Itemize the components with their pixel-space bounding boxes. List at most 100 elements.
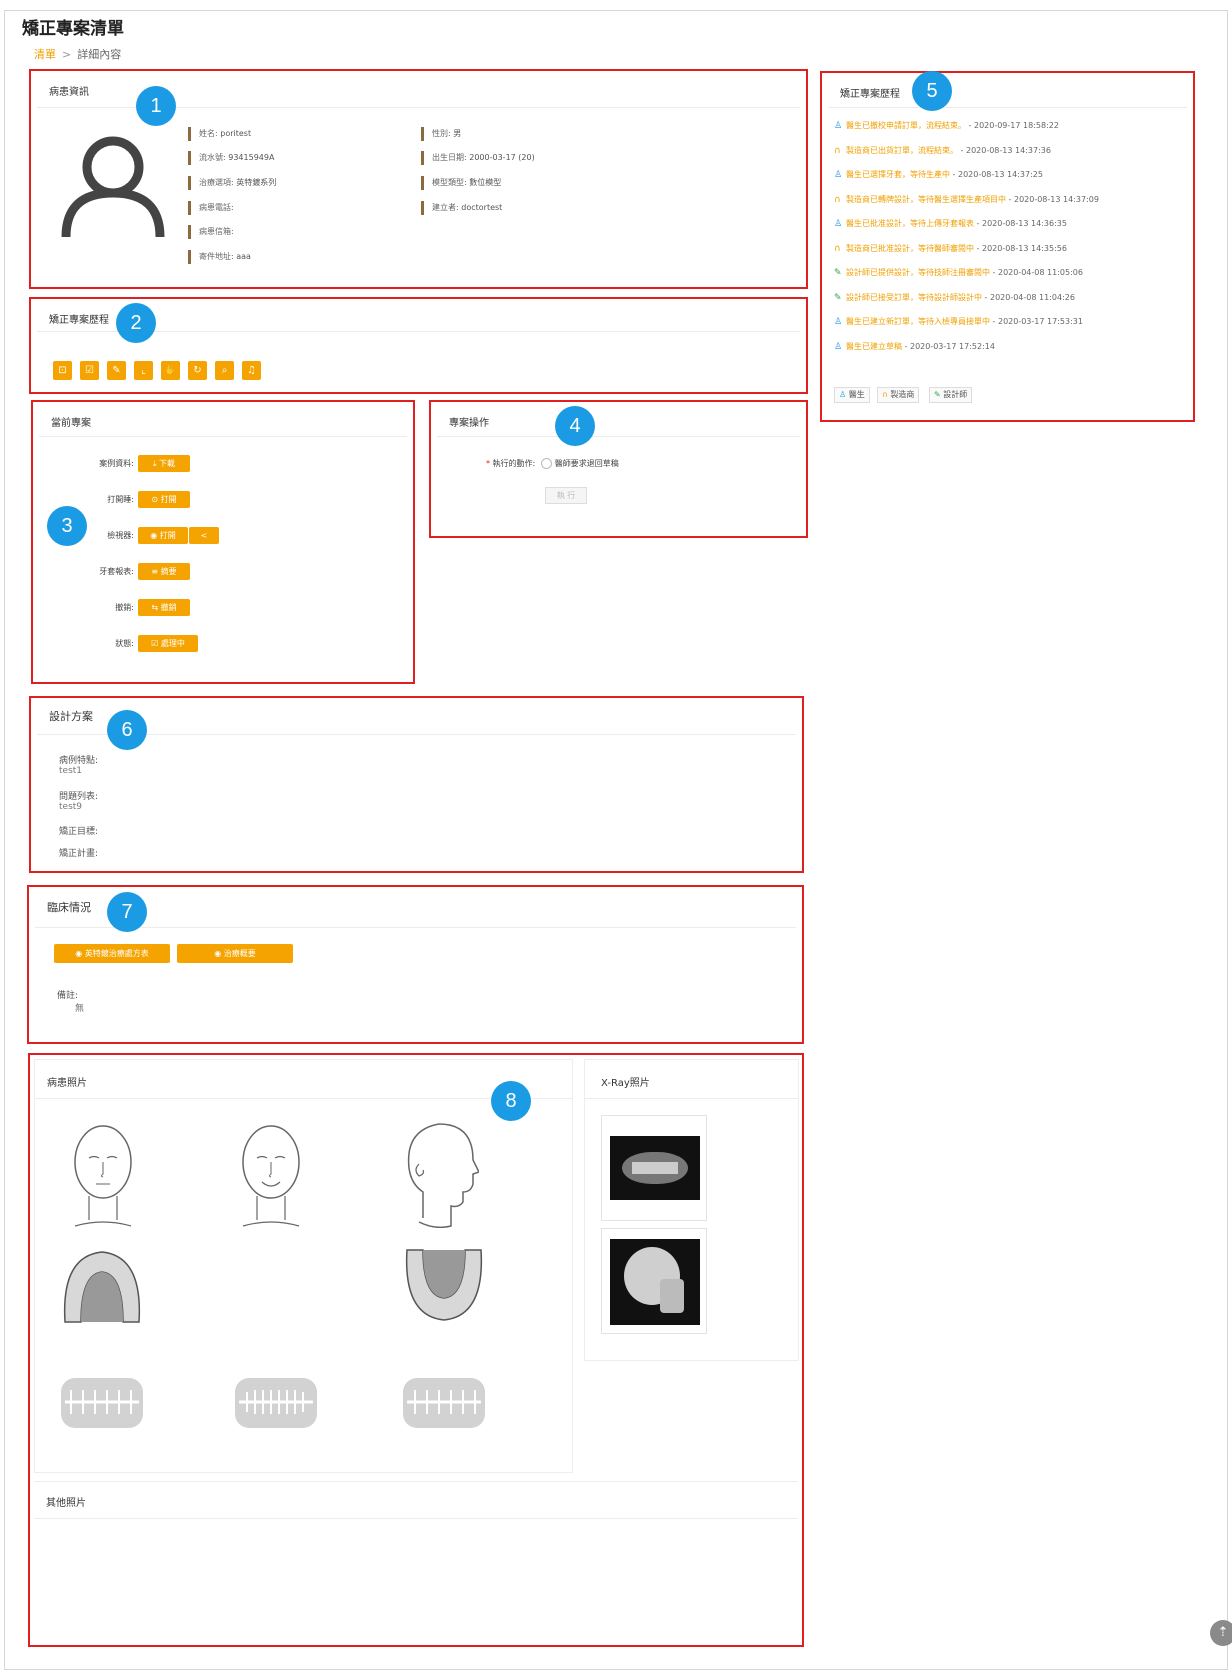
panoramic-xray-image: [610, 1136, 700, 1200]
step-check-square-icon[interactable]: ☑: [80, 361, 99, 380]
problem-list-value: test9: [59, 802, 83, 812]
panoramic-xray[interactable]: [601, 1115, 707, 1221]
page-title: 矯正專案清單: [22, 19, 124, 39]
ceph-xray-image: [610, 1239, 700, 1325]
viewer-open-button[interactable]: ◉ 打開: [138, 527, 188, 544]
legend-manufacturer: ∩ 製造商: [877, 387, 920, 403]
radio-button[interactable]: [540, 458, 552, 469]
step-search-icon[interactable]: ⌕: [215, 361, 234, 380]
open-button[interactable]: ⊙ 打開: [138, 491, 190, 508]
case-features-label: 病例特點:: [59, 756, 99, 766]
history-title: 矯正專案歷程: [840, 89, 900, 100]
annotation-badge-4: 4: [555, 406, 595, 446]
breadcrumb-separator: >: [62, 48, 72, 61]
history-item: ∩ 製造商已轉牌設計，等待醫生選擇生產項目中 - 2020-08-13 14:37…: [834, 195, 1099, 205]
project-ops-title: 專案操作: [449, 418, 489, 429]
current-project-panel: 當前專案 案例資料: ⤓ 下載 打開睡: ⊙ 打開 檢視器: ◉ 打開 < 牙套…: [33, 402, 413, 682]
radio-option-label[interactable]: 醫師要求退回草稿: [555, 459, 619, 468]
occlusion-front-icon[interactable]: [231, 1368, 321, 1438]
breadcrumb: 清單 > 詳細內容: [34, 46, 121, 62]
treatment-summary-button[interactable]: ◉ 治療概要: [177, 944, 293, 963]
occlusion-left-icon[interactable]: [399, 1368, 489, 1438]
step-sync-icon[interactable]: ↻: [188, 361, 207, 380]
history-item: ∩ 製造商已批准設計，等待醫師審閱中 - 2020-08-13 14:35:56: [834, 244, 1067, 254]
headset-icon: ∩: [882, 390, 888, 399]
headset-icon: ∩: [834, 146, 841, 156]
pen-icon: ✎: [934, 390, 941, 399]
face-smile-icon[interactable]: [231, 1118, 311, 1228]
revoke-button[interactable]: ⇆ 撤銷: [138, 599, 190, 616]
annotation-badge-3: 3: [47, 506, 87, 546]
patient-serial-row: 流水號: 93415949A: [188, 151, 274, 165]
history-item: ♙ 醫生已選擇牙套，等待生產中 - 2020-08-13 14:37:25: [834, 170, 1043, 180]
annotation-badge-7: 7: [107, 892, 147, 932]
history-panel: 矯正專案歷程 ♙ 醫生已撤校申請訂單，流程結束。 - 2020-09-17 18:…: [822, 73, 1193, 420]
face-front-icon[interactable]: [63, 1118, 143, 1228]
other-photos-section: 其他照片: [34, 1481, 798, 1638]
ceph-xray[interactable]: [601, 1228, 707, 1334]
headset-icon: ∩: [834, 195, 841, 205]
upper-arch-icon[interactable]: [57, 1246, 147, 1326]
occlusion-right-icon[interactable]: [57, 1368, 147, 1438]
aligner-report-label: 牙套報表:: [99, 567, 134, 576]
status-processing-button[interactable]: ☑ 處理中: [138, 635, 198, 652]
creator-row: 建立者: doctortest: [421, 201, 502, 215]
annotation-badge-1: 1: [136, 86, 176, 126]
note-label: 備註:: [57, 991, 79, 1001]
step-bell-icon[interactable]: ♫: [242, 361, 261, 380]
clinical-title: 臨床情況: [47, 901, 91, 914]
execute-button[interactable]: 執 行: [545, 487, 587, 504]
gender-row: 性別: 男: [421, 127, 461, 141]
history-item: ✎ 設計師已提供設計，等待技師注冊審閱中 - 2020-04-08 11:05:0…: [834, 268, 1083, 278]
doctor-icon: ♙: [834, 317, 843, 327]
user-icon: [61, 136, 165, 238]
treatment-option-row: 治療選項: 英特鍍系列: [188, 176, 276, 190]
mailing-address-row: 寄件地址: aaa: [188, 250, 251, 264]
doctor-icon: ♙: [834, 342, 843, 352]
annotation-badge-2: 2: [116, 303, 156, 343]
status-label: 狀態:: [115, 639, 134, 648]
legend-designer: ✎ 設計師: [929, 387, 973, 403]
summary-button[interactable]: ≡ 摘要: [138, 563, 190, 580]
step-edit-icon[interactable]: ✎: [107, 361, 126, 380]
lower-arch-icon[interactable]: [399, 1246, 489, 1326]
project-ops-panel: 專案操作 * 執行的動作: 醫師要求退回草稿 執 行: [431, 402, 806, 536]
model-type-row: 模型類型: 數位模型: [421, 176, 501, 190]
download-button[interactable]: ⤓ 下載: [138, 455, 190, 472]
legend-doctor: ♙ 醫生: [834, 387, 870, 403]
annotation-badge-8: 8: [491, 1081, 531, 1121]
breadcrumb-current: 詳細內容: [77, 48, 122, 61]
face-profile-icon[interactable]: [399, 1118, 479, 1228]
annotation-badge-5: 5: [912, 71, 952, 111]
step-cart-icon[interactable]: ⊡: [53, 361, 72, 380]
goal-label: 矯正目標:: [59, 827, 99, 837]
patient-name-row: 姓名: poritest: [188, 127, 251, 141]
history-item: ∩ 製造商已出貨訂單，流程結束。 - 2020-08-13 14:37:36: [834, 146, 1051, 156]
viewer-share-button[interactable]: <: [189, 527, 219, 544]
design-plan-panel: 設計方案 病例特點: test1 問題列表: test9 矯正目標: 矯正計畫:: [31, 698, 802, 871]
history-item: ✎ 設計師已接受訂單，等待設計師設計中 - 2020-04-08 11:04:26: [834, 293, 1075, 303]
note-value: 無: [75, 1004, 85, 1014]
doctor-icon: ♙: [834, 219, 843, 229]
prescription-button[interactable]: ◉ 英特鍍治療處方表: [54, 944, 170, 963]
process-steps-title: 矯正專案歷程: [49, 315, 109, 326]
breadcrumb-list-link[interactable]: 清單: [34, 48, 56, 61]
design-plan-title: 設計方案: [49, 710, 93, 723]
birth-date-row: 出生日期: 2000-03-17 (20): [421, 151, 535, 165]
action-label: 執行的動作:: [492, 459, 536, 468]
plan-label: 矯正計畫:: [59, 849, 99, 859]
history-item: ♙ 醫生已批准設計，等待上傳牙套報表 - 2020-08-13 14:36:35: [834, 219, 1067, 229]
patient-email-row: 病患信箱:: [188, 225, 234, 239]
pen-icon: ✎: [834, 293, 842, 303]
doctor-icon: ♙: [834, 170, 843, 180]
problem-list-label: 問題列表:: [59, 792, 99, 802]
current-project-title: 當前專案: [51, 418, 91, 429]
other-photos-title: 其他照片: [46, 1498, 86, 1509]
history-item: ♙ 醫生已建立新訂單，等待入檢專員接單中 - 2020-03-17 17:53:3…: [834, 317, 1083, 327]
arrow-up-icon[interactable]: ⇡: [1210, 1620, 1232, 1646]
pen-icon: ✎: [834, 268, 842, 278]
xray-photos-title: X-Ray照片: [601, 1078, 650, 1089]
step-chart-icon[interactable]: ⌞: [134, 361, 153, 380]
case-features-value: test1: [59, 766, 83, 776]
step-thumb-up-icon[interactable]: ✋: [161, 361, 180, 380]
